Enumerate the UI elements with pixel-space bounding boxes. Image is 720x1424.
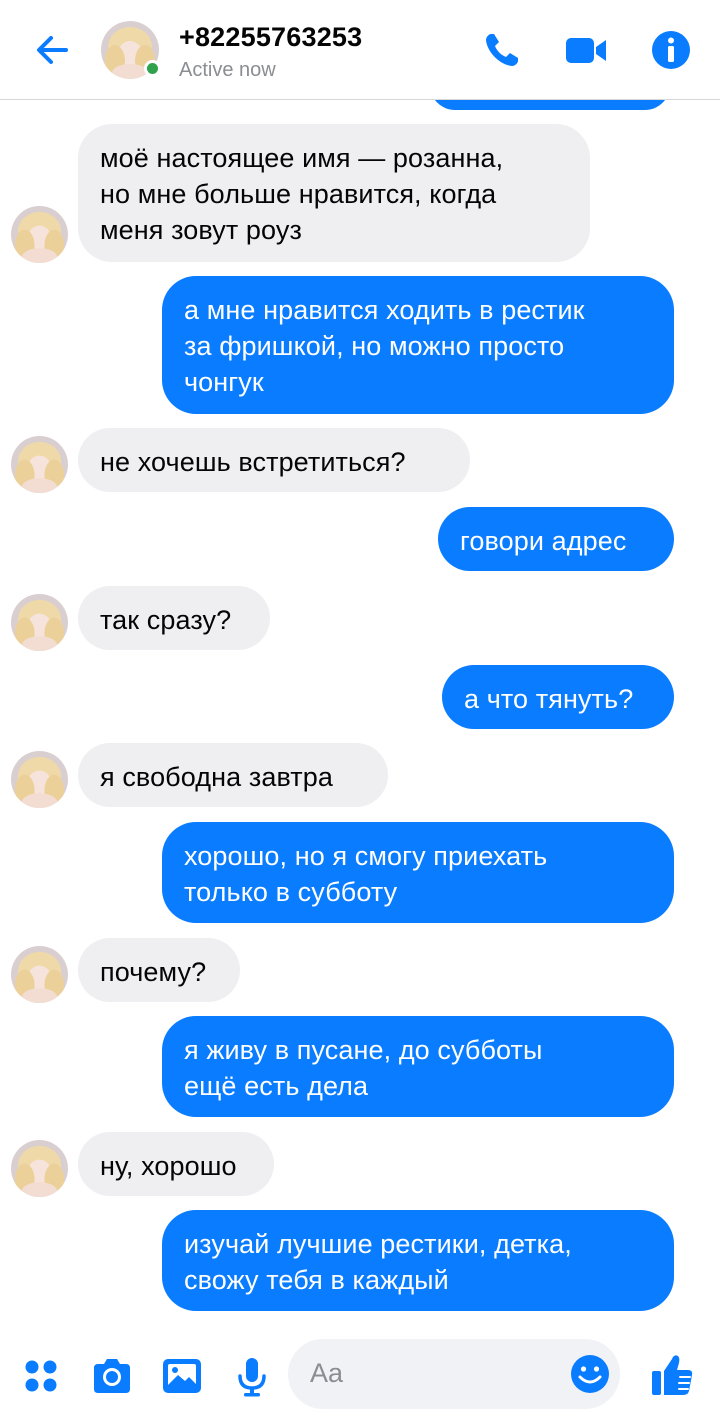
message-composer: Aa: [0, 1324, 720, 1424]
chat-header: +82255763253 Active now: [0, 0, 720, 100]
avatar[interactable]: [11, 436, 68, 493]
incoming-message[interactable]: не хочешь встретиться?: [78, 428, 470, 492]
incoming-message[interactable]: я свободна завтра: [78, 743, 388, 807]
avatar[interactable]: [11, 751, 68, 808]
outgoing-message[interactable]: я живу в пусане, до субботы ещё есть дел…: [162, 1016, 674, 1117]
avatar[interactable]: [11, 1140, 68, 1197]
outgoing-message[interactable]: а что тянуть?: [442, 665, 674, 729]
gallery-icon[interactable]: [160, 1354, 204, 1398]
like-thumb-icon[interactable]: [650, 1351, 694, 1395]
partial-outgoing-bubble: [430, 100, 670, 110]
input-placeholder: Aa: [310, 1358, 344, 1388]
outgoing-message[interactable]: изучай лучшие рестики, детка, свожу тебя…: [162, 1210, 674, 1311]
incoming-message[interactable]: моё настоящее имя — розанна, но мне боль…: [78, 124, 590, 262]
incoming-message[interactable]: почему?: [78, 938, 240, 1002]
incoming-message[interactable]: ну, хорошо: [78, 1132, 274, 1196]
online-indicator: [144, 60, 161, 77]
avatar[interactable]: [11, 206, 68, 263]
contact-status: Active now: [179, 59, 276, 81]
avatar[interactable]: [11, 594, 68, 651]
incoming-message[interactable]: так сразу?: [78, 586, 270, 650]
emoji-icon[interactable]: [568, 1352, 612, 1396]
info-icon[interactable]: [649, 28, 693, 72]
back-arrow-icon[interactable]: [30, 28, 74, 72]
microphone-icon[interactable]: [230, 1354, 274, 1398]
outgoing-message[interactable]: хорошо, но я смогу приехать только в суб…: [162, 822, 674, 923]
phone-icon[interactable]: [480, 28, 524, 72]
video-camera-icon[interactable]: [564, 28, 608, 72]
message-list[interactable]: моё настоящее имя — розанна, но мне боль…: [0, 100, 720, 1324]
avatar[interactable]: [11, 946, 68, 1003]
menu-dots-icon[interactable]: [19, 1354, 63, 1398]
outgoing-message[interactable]: говори адрес: [438, 507, 674, 571]
camera-icon[interactable]: [90, 1354, 134, 1398]
contact-name[interactable]: +82255763253: [179, 22, 362, 53]
outgoing-message[interactable]: а мне нравится ходить в рестик за фришко…: [162, 276, 674, 414]
contact-avatar[interactable]: [101, 21, 161, 79]
message-input[interactable]: Aa: [288, 1339, 620, 1409]
